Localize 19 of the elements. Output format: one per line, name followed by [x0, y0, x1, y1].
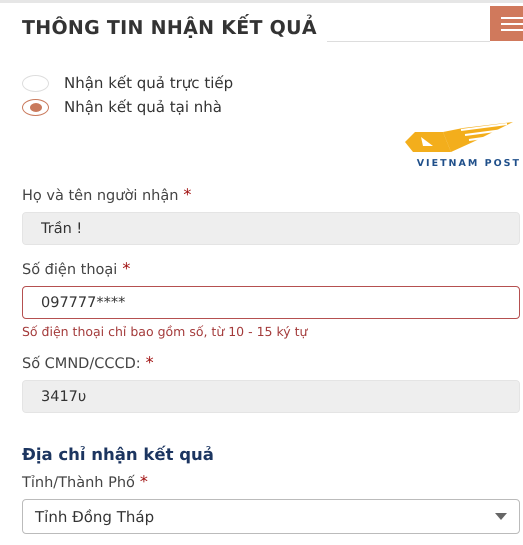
brand-name: VIETNAM POST [416, 158, 521, 169]
radio-label: Nhận kết quả tại nhà [64, 98, 222, 116]
section-heading: Địa chỉ nhận kết quả [22, 445, 215, 464]
required-mark: * [183, 185, 192, 204]
input-field[interactable]: 097777**** [22, 286, 520, 319]
menu-button[interactable] [490, 6, 523, 41]
field-label: Họ và tên người nhận [22, 188, 178, 204]
province-dropdown[interactable]: Tỉnh Đồng Tháp [22, 499, 520, 534]
radio-button[interactable] [22, 98, 49, 116]
radio-label: Nhận kết quả trực tiếp [64, 74, 234, 92]
field-label: Số điện thoại [22, 262, 118, 278]
menu-icon [501, 16, 523, 30]
caret-icon [495, 513, 507, 520]
required-mark: * [122, 259, 130, 278]
field-label: Số CMND/CCCD: [22, 356, 141, 372]
required-mark: * [140, 472, 148, 491]
error-message: Số điện thoại chỉ bao gồm số, từ 10 - 15 ký tự [22, 324, 309, 339]
field-label: Tỉnh/Thành Phố [22, 475, 135, 491]
required-mark: * [146, 353, 154, 372]
